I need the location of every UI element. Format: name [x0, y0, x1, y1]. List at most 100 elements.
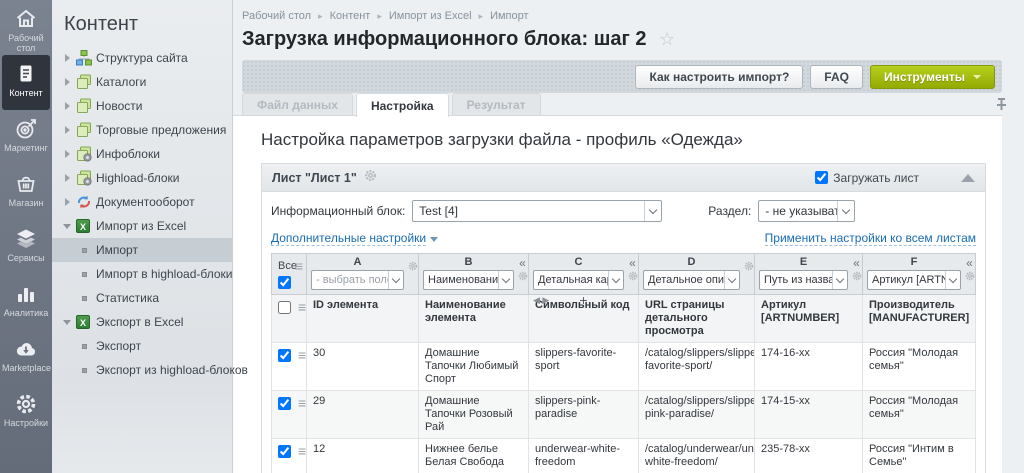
chevron-right-icon[interactable]: [65, 102, 70, 110]
move-column-arrows-icon[interactable]: ◀ ▶: [533, 295, 549, 306]
chevron-right-icon[interactable]: [65, 54, 70, 62]
chevron-right-icon[interactable]: [65, 126, 70, 134]
chevron-down-icon[interactable]: [63, 320, 71, 325]
chevron-down-icon: [644, 201, 661, 221]
document-icon: [2, 62, 50, 88]
collapse-column-icon[interactable]: «: [626, 258, 639, 268]
pages-icon: [76, 98, 92, 114]
sidebar-item-12[interactable]: Экспорт: [52, 334, 232, 358]
chevron-right-icon[interactable]: [65, 198, 70, 206]
section-select[interactable]: - не указывать -: [758, 200, 855, 222]
tab-content: Настройка параметров загрузки файла - пр…: [233, 115, 1002, 473]
row-artnumber-cell: 174-15-xx: [754, 390, 863, 439]
drag-handle-icon[interactable]: ≡: [298, 349, 306, 361]
sidebar-item-label: Экспорт: [96, 334, 141, 358]
rail-item-label: Контент: [2, 88, 50, 98]
chevron-right-icon[interactable]: [65, 174, 70, 182]
chevron-right-icon[interactable]: [65, 78, 70, 86]
column-gear-icon[interactable]: [628, 268, 638, 285]
sidebar-item-13[interactable]: Экспорт из highload-блоков: [52, 358, 232, 382]
sidebar-item-3[interactable]: Торговые предложения: [52, 118, 232, 142]
sidebar-item-1[interactable]: Каталоги: [52, 70, 232, 94]
column-gear-icon[interactable]: [852, 268, 862, 285]
field-select-B[interactable]: Наименование элем: [423, 270, 514, 290]
tools-button[interactable]: Инструменты: [870, 65, 995, 89]
rail-item-сервисы[interactable]: Сервисы: [0, 220, 52, 275]
apply-to-all-sheets-link[interactable]: Применить настройки ко всем листам: [765, 231, 976, 246]
chevron-down-icon[interactable]: [63, 224, 71, 229]
row-url-cell: /catalog/slippers/slippers-favorite-spor…: [638, 342, 755, 391]
sidebar-item-label: Новости: [96, 94, 142, 118]
field-select-E[interactable]: Путь из названий р: [759, 270, 848, 290]
sidebar-item-label: Документооборот: [96, 190, 195, 214]
tab-1[interactable]: Настройка: [356, 93, 449, 117]
rail-item-marketplace[interactable]: Marketplace: [0, 330, 52, 385]
chevron-right-icon[interactable]: [65, 150, 70, 158]
collapse-column-icon[interactable]: «: [963, 258, 976, 268]
rail-item-аналитика[interactable]: Аналитика: [0, 275, 52, 330]
field-select-A[interactable]: - выбрать поле -: [311, 270, 404, 290]
field-select-C[interactable]: Детальная картинк: [533, 270, 624, 290]
sheet-settings-gear-icon[interactable]: [364, 169, 377, 187]
content-sidebar: Контент Структура сайтаКаталогиНовостиТо…: [52, 0, 233, 473]
pages-gear-icon: [76, 146, 92, 162]
advanced-settings-link[interactable]: Дополнительные настройки: [271, 231, 426, 246]
bullet-icon: [82, 344, 87, 349]
rail-item-маркетинг[interactable]: Маркетинг: [0, 110, 52, 165]
breadcrumb-item-2[interactable]: Импорт из Excel: [389, 10, 472, 22]
row-select-cell: ≡: [271, 438, 307, 473]
tab-0[interactable]: Файл данных: [242, 93, 353, 115]
sidebar-item-8[interactable]: Импорт: [52, 238, 232, 262]
select-all-checkbox[interactable]: [278, 276, 291, 289]
sidebar-item-2[interactable]: Новости: [52, 94, 232, 118]
table-row: ≡29Домашние Тапочки Розовый Райslippers-…: [271, 391, 976, 439]
rail-item-рабочий-стол[interactable]: Рабочий стол: [0, 0, 52, 55]
header-row-checkbox[interactable]: [278, 301, 291, 314]
row-checkbox[interactable]: [278, 349, 291, 362]
column-map-cell-E: EПуть из названий р«: [754, 253, 863, 295]
rail-item-контент[interactable]: Контент: [2, 55, 50, 110]
field-select-D[interactable]: Детальное описание: [643, 270, 740, 290]
column-gear-icon[interactable]: [408, 258, 418, 275]
rail-item-настройки[interactable]: Настройки: [0, 385, 52, 440]
column-gear-icon[interactable]: [518, 268, 528, 285]
add-column-icon[interactable]: +: [579, 292, 587, 308]
breadcrumb-item-1[interactable]: Контент: [330, 10, 371, 22]
column-gear-icon[interactable]: [744, 258, 754, 275]
drag-handle-icon[interactable]: ≡: [295, 260, 303, 272]
how-to-configure-import-button[interactable]: Как настроить импорт?: [635, 65, 803, 89]
pin-icon[interactable]: [995, 97, 1008, 117]
collapse-column-icon[interactable]: «: [850, 258, 863, 268]
collapse-sheet-icon[interactable]: [961, 174, 975, 182]
bullet-icon: [82, 296, 87, 301]
row-checkbox[interactable]: [278, 397, 291, 410]
sidebar-item-6[interactable]: Документооборот: [52, 190, 232, 214]
drag-handle-icon[interactable]: ≡: [298, 397, 306, 409]
collapse-column-icon[interactable]: «: [516, 258, 529, 268]
sidebar-item-11[interactable]: XЭкспорт в Excel: [52, 310, 232, 334]
main-area: Рабочий стол▸Контент▸Импорт из Excel▸Имп…: [233, 0, 1024, 473]
row-checkbox[interactable]: [278, 445, 291, 458]
row-code-cell: slippers-favorite-sport: [528, 342, 639, 391]
sidebar-item-10[interactable]: Статистика: [52, 286, 232, 310]
sidebar-item-4[interactable]: Инфоблоки: [52, 142, 232, 166]
faq-button[interactable]: FAQ: [810, 65, 863, 89]
tab-2[interactable]: Результат: [452, 93, 541, 115]
field-select-F[interactable]: Артикул [ARTNUMBE: [867, 270, 961, 290]
drag-handle-icon[interactable]: ≡: [298, 445, 306, 457]
load-sheet-checkbox[interactable]: [815, 171, 828, 184]
sidebar-item-9[interactable]: Импорт в highload-блоки: [52, 262, 232, 286]
iblock-select[interactable]: Test [4]: [412, 200, 662, 222]
sidebar-item-7[interactable]: XИмпорт из Excel: [52, 214, 232, 238]
docflow-icon: [76, 194, 92, 210]
sheet-panel-header: Лист "Лист 1" Загружать лист: [262, 164, 985, 192]
favorite-star-icon[interactable]: ☆: [659, 29, 675, 50]
file-header-cell: Наименование элемента: [418, 294, 529, 343]
drag-handle-icon[interactable]: ≡: [298, 301, 306, 313]
rail-item-магазин[interactable]: Магазин: [0, 165, 52, 220]
column-gear-icon[interactable]: [965, 268, 975, 285]
sidebar-item-5[interactable]: Highload-блоки: [52, 166, 232, 190]
column-map-cell-A: A- выбрать поле -: [306, 253, 419, 295]
sidebar-item-0[interactable]: Структура сайта: [52, 46, 232, 70]
breadcrumb-item-0[interactable]: Рабочий стол: [242, 10, 311, 22]
